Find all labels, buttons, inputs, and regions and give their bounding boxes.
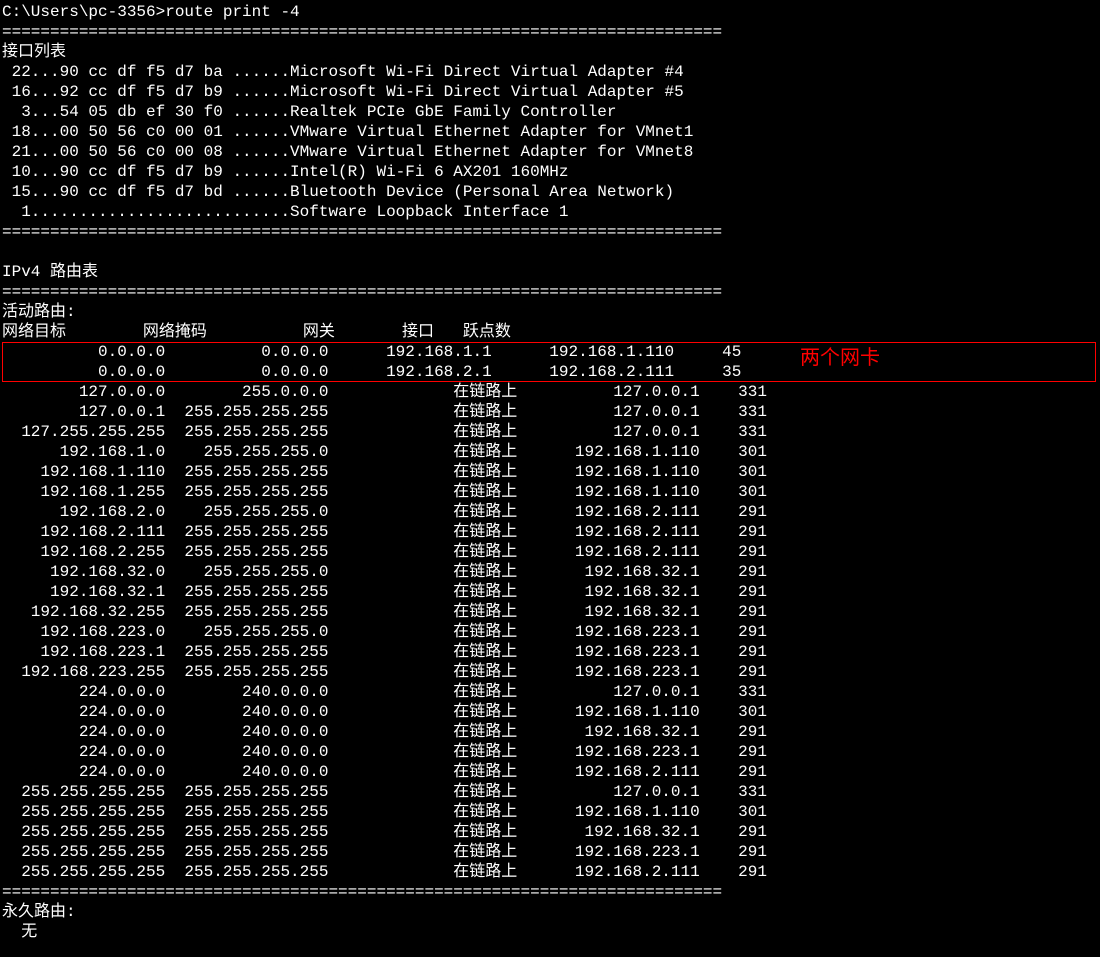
- route-row: 192.168.1.110 255.255.255.255 在链路上 192.1…: [2, 462, 1098, 482]
- route-row: 127.0.0.1 255.255.255.255 在链路上 127.0.0.1…: [2, 402, 1098, 422]
- route-row: 224.0.0.0 240.0.0.0 在链路上 127.0.0.1 331: [2, 682, 1098, 702]
- separator: ========================================…: [2, 22, 1098, 42]
- active-routes-title: 活动路由:: [2, 302, 1098, 322]
- route-row-highlighted: 0.0.0.0 0.0.0.0 192.168.2.1 192.168.2.11…: [2, 362, 1098, 382]
- permanent-routes-title: 永久路由:: [2, 902, 1098, 922]
- interface-row: 1...........................Software Loo…: [2, 202, 1098, 222]
- route-row: 192.168.223.0 255.255.255.0 在链路上 192.168…: [2, 622, 1098, 642]
- separator: ========================================…: [2, 882, 1098, 902]
- route-header: 网络目标 网络掩码 网关 接口 跃点数: [2, 322, 1098, 342]
- route-row: 255.255.255.255 255.255.255.255 在链路上 127…: [2, 782, 1098, 802]
- route-row: 192.168.2.255 255.255.255.255 在链路上 192.1…: [2, 542, 1098, 562]
- route-row: 192.168.2.111 255.255.255.255 在链路上 192.1…: [2, 522, 1098, 542]
- interface-row: 15...90 cc df f5 d7 bd ......Bluetooth D…: [2, 182, 1098, 202]
- route-row: 192.168.223.1 255.255.255.255 在链路上 192.1…: [2, 642, 1098, 662]
- route-row: 224.0.0.0 240.0.0.0 在链路上 192.168.223.1 2…: [2, 742, 1098, 762]
- interface-row: 16...92 cc df f5 d7 b9 ......Microsoft W…: [2, 82, 1098, 102]
- terminal-output[interactable]: C:\Users\pc-3356>route print -4=========…: [0, 0, 1100, 948]
- route-row: 127.255.255.255 255.255.255.255 在链路上 127…: [2, 422, 1098, 442]
- route-row: 192.168.1.255 255.255.255.255 在链路上 192.1…: [2, 482, 1098, 502]
- route-row: 192.168.1.0 255.255.255.0 在链路上 192.168.1…: [2, 442, 1098, 462]
- route-row: 192.168.32.0 255.255.255.0 在链路上 192.168.…: [2, 562, 1098, 582]
- route-row: 192.168.223.255 255.255.255.255 在链路上 192…: [2, 662, 1098, 682]
- permanent-routes-none: 无: [2, 922, 1098, 942]
- route-row: 255.255.255.255 255.255.255.255 在链路上 192…: [2, 802, 1098, 822]
- separator: ========================================…: [2, 222, 1098, 242]
- route-row: 255.255.255.255 255.255.255.255 在链路上 192…: [2, 842, 1098, 862]
- interface-row: 22...90 cc df f5 d7 ba ......Microsoft W…: [2, 62, 1098, 82]
- interface-row: 10...90 cc df f5 d7 b9 ......Intel(R) Wi…: [2, 162, 1098, 182]
- interface-row: 3...54 05 db ef 30 f0 ......Realtek PCIe…: [2, 102, 1098, 122]
- route-row: 192.168.2.0 255.255.255.0 在链路上 192.168.2…: [2, 502, 1098, 522]
- annotation-label: 两个网卡: [800, 350, 880, 370]
- route-row: 255.255.255.255 255.255.255.255 在链路上 192…: [2, 862, 1098, 882]
- route-row-highlighted: 0.0.0.0 0.0.0.0 192.168.1.1 192.168.1.11…: [2, 342, 1098, 362]
- route-row: 224.0.0.0 240.0.0.0 在链路上 192.168.32.1 29…: [2, 722, 1098, 742]
- route-row: 192.168.32.255 255.255.255.255 在链路上 192.…: [2, 602, 1098, 622]
- route-table-title: IPv4 路由表: [2, 262, 1098, 282]
- interface-list-title: 接口列表: [2, 42, 1098, 62]
- route-row: 127.0.0.0 255.0.0.0 在链路上 127.0.0.1 331: [2, 382, 1098, 402]
- command-line: C:\Users\pc-3356>route print -4: [2, 2, 1098, 22]
- interface-row: 18...00 50 56 c0 00 01 ......VMware Virt…: [2, 122, 1098, 142]
- route-row: 255.255.255.255 255.255.255.255 在链路上 192…: [2, 822, 1098, 842]
- separator: ========================================…: [2, 282, 1098, 302]
- blank: [2, 242, 1098, 262]
- route-row: 192.168.32.1 255.255.255.255 在链路上 192.16…: [2, 582, 1098, 602]
- route-row: 224.0.0.0 240.0.0.0 在链路上 192.168.2.111 2…: [2, 762, 1098, 782]
- route-row: 224.0.0.0 240.0.0.0 在链路上 192.168.1.110 3…: [2, 702, 1098, 722]
- interface-row: 21...00 50 56 c0 00 08 ......VMware Virt…: [2, 142, 1098, 162]
